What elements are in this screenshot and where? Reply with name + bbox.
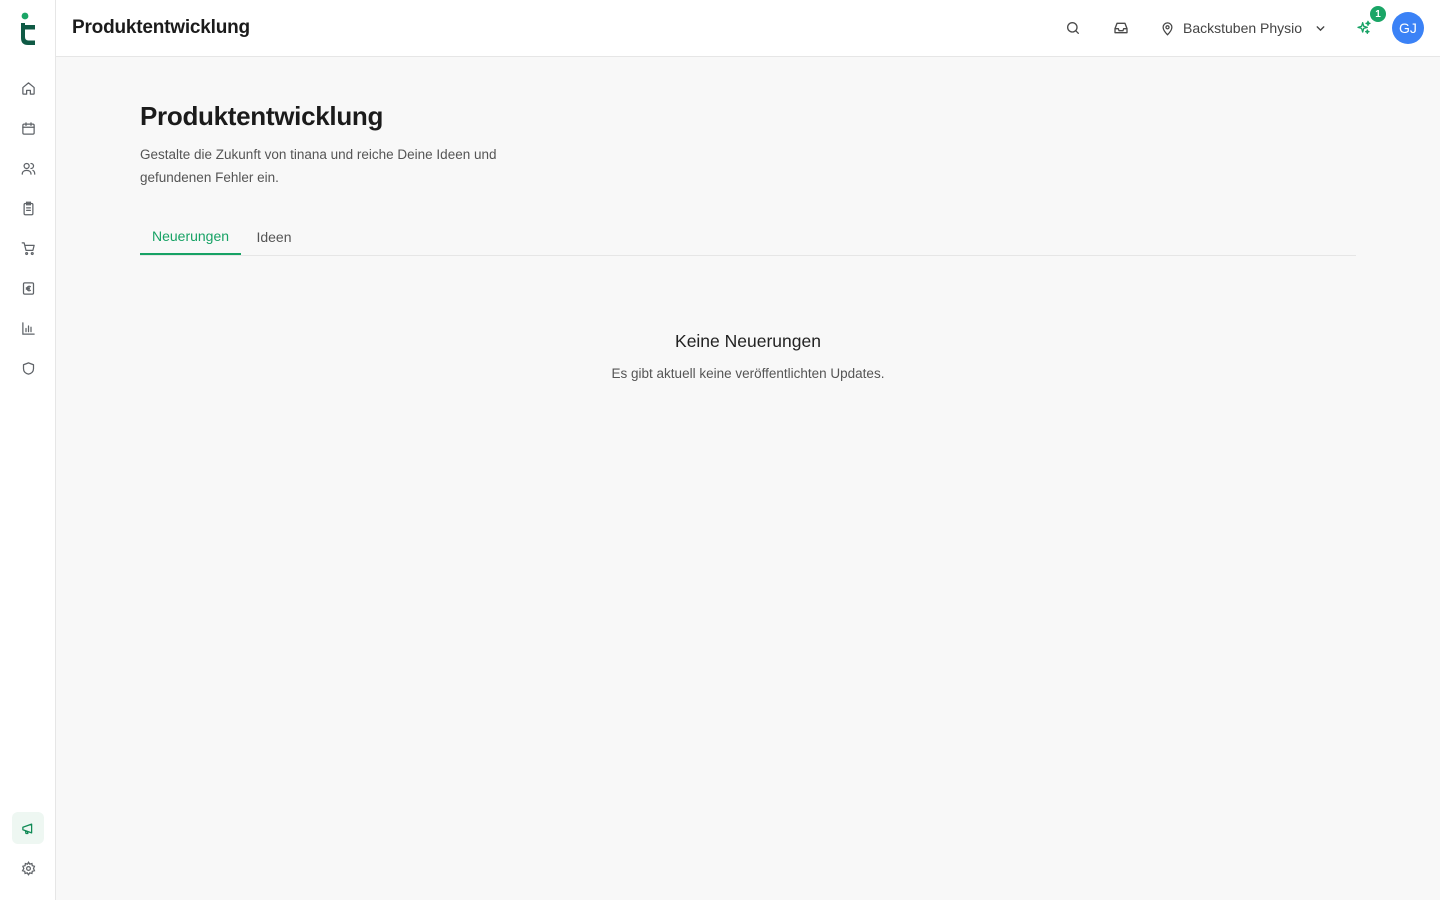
chevron-down-icon bbox=[1316, 25, 1325, 31]
calendar-icon bbox=[21, 121, 35, 135]
users-icon bbox=[21, 162, 35, 175]
sidebar-item-users[interactable] bbox=[12, 152, 44, 184]
tab-neuerungen[interactable]: Neuerungen bbox=[140, 218, 241, 255]
header-title: Produktentwicklung bbox=[72, 17, 250, 38]
megaphone-icon bbox=[21, 823, 32, 834]
sidebar-item-calendar[interactable] bbox=[12, 112, 44, 144]
sidebar-item-billing[interactable] bbox=[12, 272, 44, 304]
map-pin-icon bbox=[1162, 21, 1173, 36]
inbox-icon bbox=[1114, 22, 1128, 34]
notification-badge: 1 bbox=[1370, 6, 1386, 22]
clipboard-icon bbox=[23, 201, 33, 215]
search-icon bbox=[1067, 22, 1079, 34]
location-selector[interactable]: Backstuben Physio bbox=[1160, 14, 1327, 42]
sidebar bbox=[0, 0, 56, 900]
sidebar-item-settings[interactable] bbox=[12, 852, 44, 884]
cart-icon bbox=[21, 241, 35, 255]
sidebar-item-product-development[interactable] bbox=[12, 812, 44, 844]
empty-state-description: Es gibt aktuell keine veröffentlichten U… bbox=[611, 366, 885, 381]
tab-ideen[interactable]: Ideen bbox=[244, 218, 304, 255]
page-description: Gestalte die Zukunft von tinana und reic… bbox=[140, 147, 497, 185]
location-label: Backstuben Physio bbox=[1183, 20, 1303, 36]
sidebar-item-home[interactable] bbox=[12, 72, 44, 104]
gear-icon bbox=[21, 860, 35, 876]
empty-state-title: Keine Neuerungen bbox=[675, 331, 821, 351]
sidebar-item-clipboard[interactable] bbox=[12, 192, 44, 224]
top-bar: Produktentwicklung Backstuben Physio 1 G… bbox=[56, 0, 1440, 57]
sidebar-item-cart[interactable] bbox=[12, 232, 44, 264]
sparkle-icon bbox=[1357, 20, 1371, 34]
euro-receipt-icon bbox=[22, 281, 34, 295]
tinana-logo[interactable] bbox=[18, 12, 38, 46]
home-icon bbox=[21, 81, 35, 95]
avatar[interactable]: GJ bbox=[1392, 12, 1424, 44]
inbox-button[interactable] bbox=[1107, 14, 1135, 42]
tab-bar: Neuerungen Ideen bbox=[140, 218, 1356, 256]
page-title: Produktentwicklung bbox=[140, 101, 384, 131]
search-button[interactable] bbox=[1059, 14, 1087, 42]
